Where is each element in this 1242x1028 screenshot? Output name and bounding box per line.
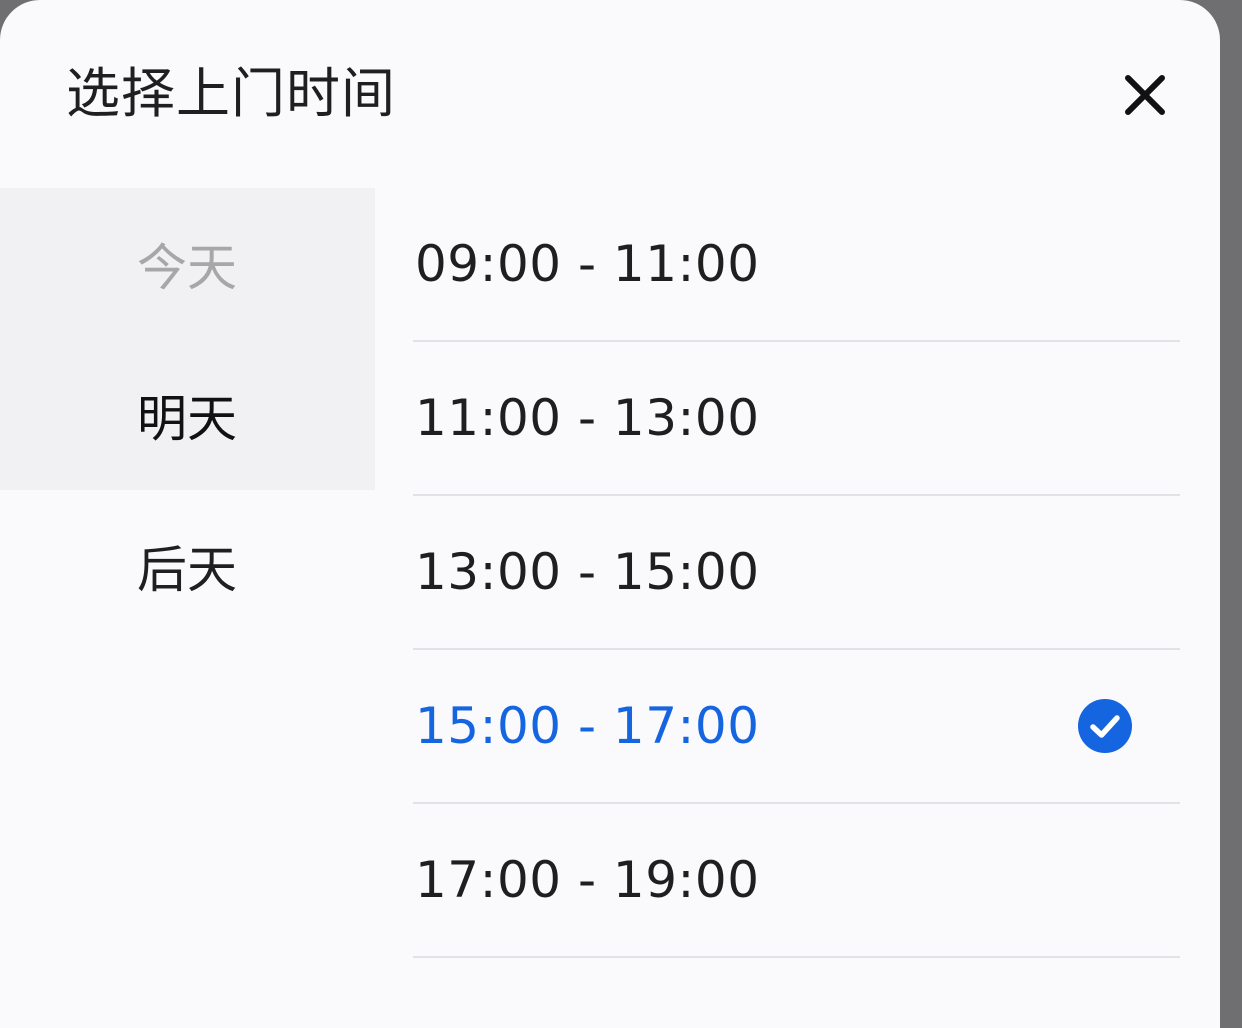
day-item-day-after-tomorrow[interactable]: 后天 <box>0 490 375 641</box>
page-title: 选择上门时间 <box>66 62 396 125</box>
close-button[interactable] <box>1114 64 1176 126</box>
time-slot-label: 15:00 - 17:00 <box>415 697 760 755</box>
time-slot-list: 09:00 - 11:00 11:00 - 13:00 13:00 - 15:0… <box>413 188 1180 958</box>
day-item-tomorrow[interactable]: 明天 <box>0 339 375 490</box>
close-icon <box>1125 75 1165 115</box>
time-slot-label: 13:00 - 15:00 <box>415 543 760 601</box>
day-list: 今天 明天 后天 <box>0 188 375 641</box>
check-circle-icon <box>1077 698 1133 754</box>
time-slot-item[interactable]: 13:00 - 15:00 <box>413 496 1180 650</box>
day-label: 后天 <box>137 540 237 599</box>
time-slot-item[interactable]: 11:00 - 13:00 <box>413 342 1180 496</box>
time-slot-item[interactable]: 09:00 - 11:00 <box>413 188 1180 342</box>
time-slot-label: 09:00 - 11:00 <box>415 235 760 293</box>
day-label: 明天 <box>137 389 237 448</box>
time-slot-label: 11:00 - 13:00 <box>415 389 760 447</box>
time-slot-item-selected[interactable]: 15:00 - 17:00 <box>413 650 1180 804</box>
time-slot-label: 17:00 - 19:00 <box>415 851 760 909</box>
day-label: 今天 <box>137 238 237 297</box>
time-slot-item[interactable]: 17:00 - 19:00 <box>413 804 1180 958</box>
time-picker-sheet: 选择上门时间 今天 明天 后天 09:00 - 11:00 11:00 - 13… <box>0 0 1220 1028</box>
day-item-today[interactable]: 今天 <box>0 188 375 339</box>
